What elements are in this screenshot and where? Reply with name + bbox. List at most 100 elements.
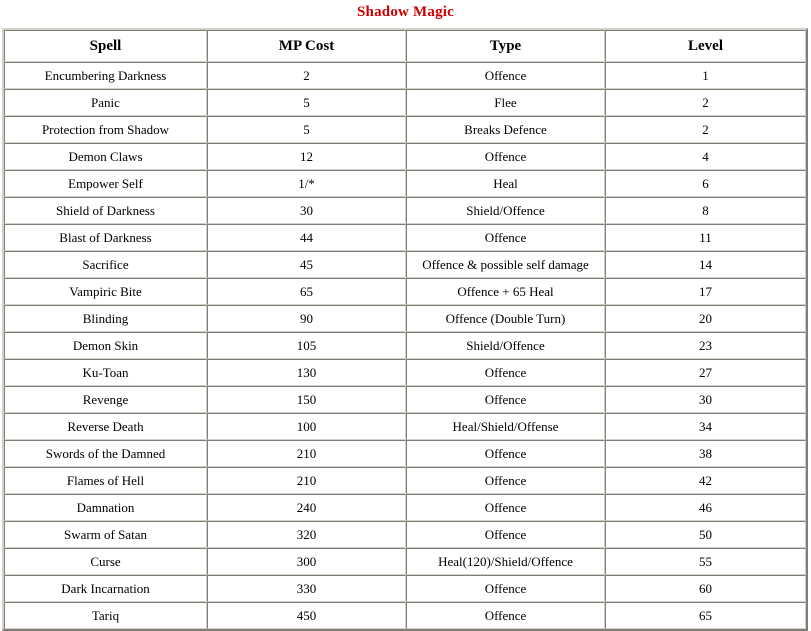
cell-spell: Swarm of Satan <box>4 521 207 548</box>
cell-type: Shield/Offence <box>406 197 605 224</box>
cell-mp-cost: 30 <box>207 197 406 224</box>
cell-mp-cost: 330 <box>207 575 406 602</box>
table-row: Demon Skin 105 Shield/Offence 23 <box>4 332 806 359</box>
cell-level: 65 <box>605 602 806 629</box>
cell-type: Offence <box>406 521 605 548</box>
table-row: Sacrifice 45 Offence & possible self damag… <box>4 251 806 278</box>
cell-mp-cost: 2 <box>207 62 406 89</box>
cell-spell: Dark Incarnation <box>4 575 207 602</box>
table-row: Swords of the Damned 210 Offence 38 <box>4 440 806 467</box>
table-row: Blinding 90 Offence (Double Turn) 20 <box>4 305 806 332</box>
cell-level: 2 <box>605 116 806 143</box>
column-header-level: Level <box>605 30 806 62</box>
cell-type: Shield/Offence <box>406 332 605 359</box>
cell-type: Flee <box>406 89 605 116</box>
column-header-type: Type <box>406 30 605 62</box>
table-header: Spell MP Cost Type Level <box>4 30 806 62</box>
column-header-spell: Spell <box>4 30 207 62</box>
cell-type: Offence <box>406 359 605 386</box>
table-row: Dark Incarnation 330 Offence 60 <box>4 575 806 602</box>
cell-type: Heal <box>406 170 605 197</box>
cell-type: Offence <box>406 224 605 251</box>
cell-mp-cost: 65 <box>207 278 406 305</box>
cell-level: 6 <box>605 170 806 197</box>
cell-type: Offence (Double Turn) <box>406 305 605 332</box>
cell-spell: Damnation <box>4 494 207 521</box>
cell-type: Offence <box>406 62 605 89</box>
cell-mp-cost: 100 <box>207 413 406 440</box>
cell-level: 60 <box>605 575 806 602</box>
table-container: Spell MP Cost Type Level Encumbering Dar… <box>0 28 811 631</box>
cell-mp-cost: 450 <box>207 602 406 629</box>
cell-mp-cost: 44 <box>207 224 406 251</box>
table-row: Panic 5 Flee 2 <box>4 89 806 116</box>
cell-mp-cost: 210 <box>207 440 406 467</box>
cell-level: 38 <box>605 440 806 467</box>
cell-mp-cost: 5 <box>207 89 406 116</box>
table-row: Vampiric Bite 65 Offence + 65 Heal 17 <box>4 278 806 305</box>
column-header-mp-cost: MP Cost <box>207 30 406 62</box>
cell-level: 14 <box>605 251 806 278</box>
table-row: Protection from Shadow 5 Breaks Defence 2 <box>4 116 806 143</box>
cell-type: Offence <box>406 143 605 170</box>
table-row: Reverse Death 100 Heal/Shield/Offense 34 <box>4 413 806 440</box>
cell-mp-cost: 45 <box>207 251 406 278</box>
cell-spell: Vampiric Bite <box>4 278 207 305</box>
cell-spell: Ku-Toan <box>4 359 207 386</box>
table-row: Shield of Darkness 30 Shield/Offence 8 <box>4 197 806 224</box>
table-row: Flames of Hell 210 Offence 42 <box>4 467 806 494</box>
cell-type: Offence <box>406 440 605 467</box>
cell-level: 42 <box>605 467 806 494</box>
cell-mp-cost: 320 <box>207 521 406 548</box>
cell-spell: Demon Claws <box>4 143 207 170</box>
cell-level: 17 <box>605 278 806 305</box>
cell-type: Offence + 65 Heal <box>406 278 605 305</box>
cell-spell: Revenge <box>4 386 207 413</box>
cell-type: Breaks Defence <box>406 116 605 143</box>
cell-type: Heal(120)/Shield/Offence <box>406 548 605 575</box>
table-row: Empower Self 1/* Heal 6 <box>4 170 806 197</box>
cell-spell: Flames of Hell <box>4 467 207 494</box>
cell-spell: Curse <box>4 548 207 575</box>
cell-spell: Shield of Darkness <box>4 197 207 224</box>
cell-level: 4 <box>605 143 806 170</box>
table-row: Swarm of Satan 320 Offence 50 <box>4 521 806 548</box>
table-row: Encumbering Darkness 2 Offence 1 <box>4 62 806 89</box>
table-row: Ku-Toan 130 Offence 27 <box>4 359 806 386</box>
table-row: Damnation 240 Offence 46 <box>4 494 806 521</box>
cell-type: Offence <box>406 494 605 521</box>
cell-level: 20 <box>605 305 806 332</box>
cell-level: 27 <box>605 359 806 386</box>
table-row: Demon Claws 12 Offence 4 <box>4 143 806 170</box>
table-row: Tariq 450 Offence 65 <box>4 602 806 629</box>
cell-mp-cost: 130 <box>207 359 406 386</box>
cell-spell: Blast of Darkness <box>4 224 207 251</box>
cell-mp-cost: 300 <box>207 548 406 575</box>
cell-spell: Blinding <box>4 305 207 332</box>
cell-mp-cost: 90 <box>207 305 406 332</box>
cell-mp-cost: 150 <box>207 386 406 413</box>
cell-mp-cost: 12 <box>207 143 406 170</box>
table-row: Blast of Darkness 44 Offence 11 <box>4 224 806 251</box>
cell-mp-cost: 1/* <box>207 170 406 197</box>
cell-spell: Empower Self <box>4 170 207 197</box>
cell-mp-cost: 210 <box>207 467 406 494</box>
cell-level: 50 <box>605 521 806 548</box>
table-body: Encumbering Darkness 2 Offence 1 Panic 5 Flee 2… <box>4 62 806 629</box>
cell-level: 46 <box>605 494 806 521</box>
cell-type: Offence <box>406 602 605 629</box>
cell-level: 55 <box>605 548 806 575</box>
cell-spell: Protection from Shadow <box>4 116 207 143</box>
cell-spell: Sacrifice <box>4 251 207 278</box>
cell-level: 1 <box>605 62 806 89</box>
cell-level: 30 <box>605 386 806 413</box>
cell-level: 23 <box>605 332 806 359</box>
cell-level: 11 <box>605 224 806 251</box>
cell-mp-cost: 5 <box>207 116 406 143</box>
cell-type: Offence <box>406 575 605 602</box>
cell-spell: Swords of the Damned <box>4 440 207 467</box>
cell-level: 8 <box>605 197 806 224</box>
cell-mp-cost: 240 <box>207 494 406 521</box>
cell-spell: Encumbering Darkness <box>4 62 207 89</box>
cell-spell: Reverse Death <box>4 413 207 440</box>
